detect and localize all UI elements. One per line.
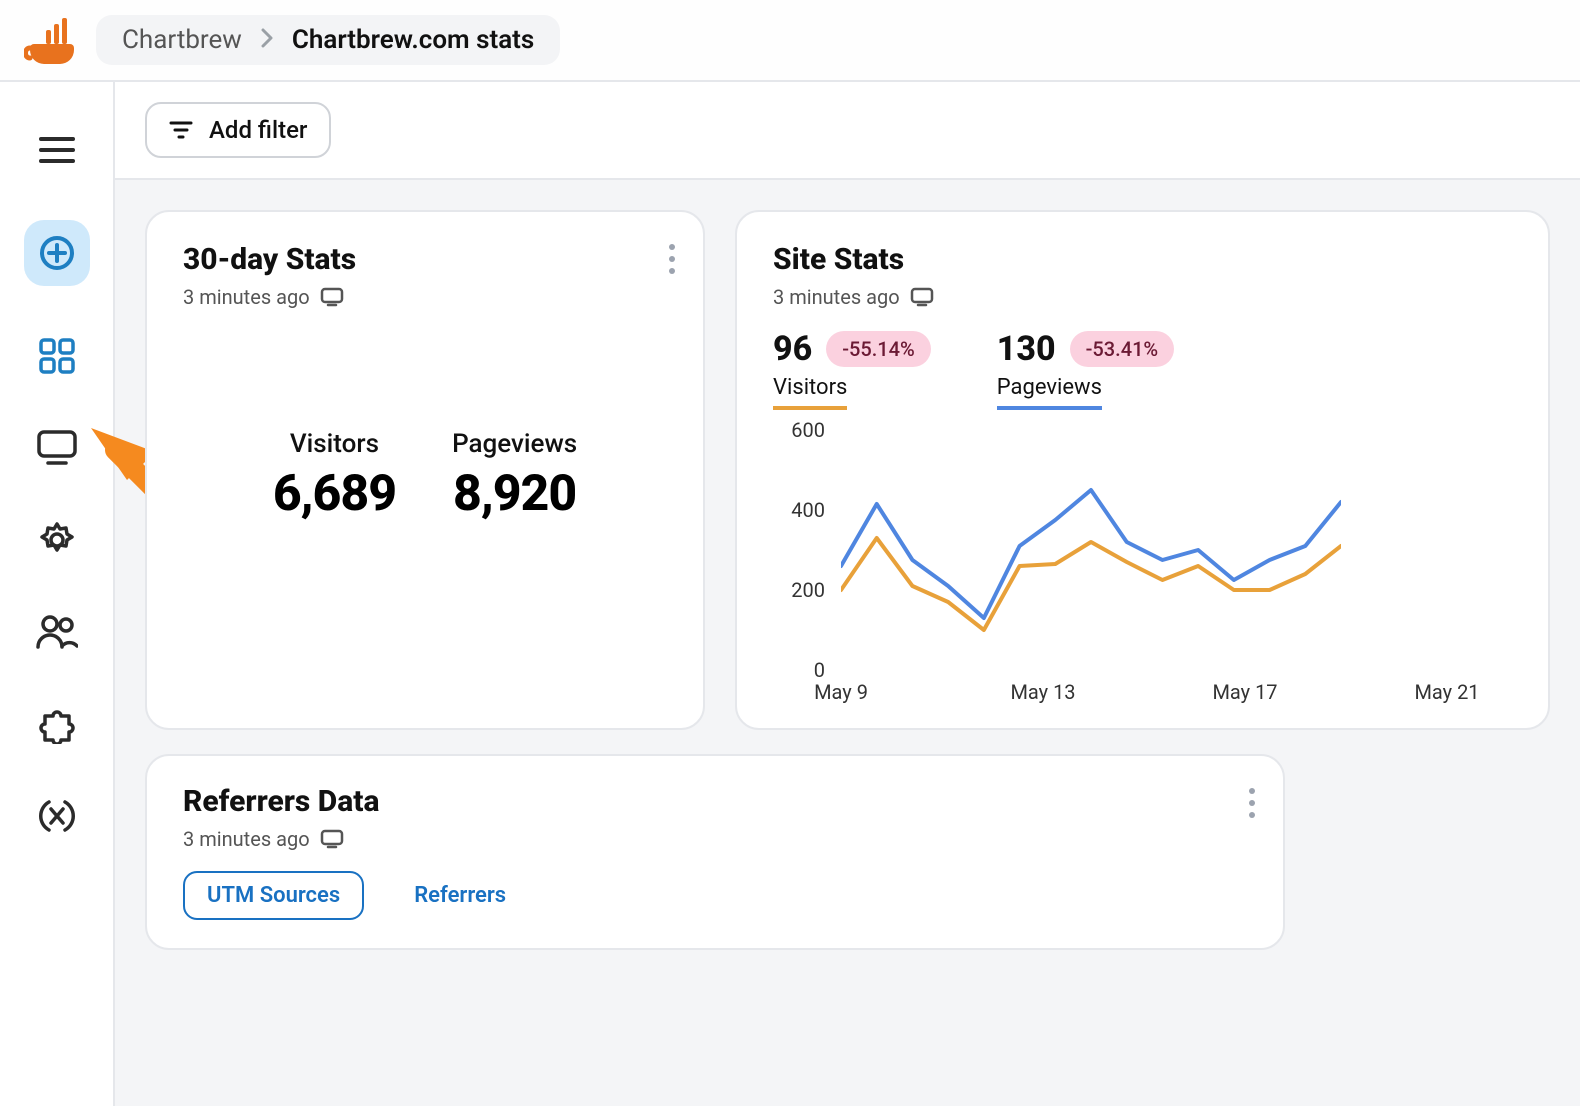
tab-utm-sources[interactable]: UTM Sources (183, 871, 364, 920)
hamburger-icon (37, 135, 77, 165)
chevron-right-icon (260, 25, 274, 55)
topbar: Chartbrew Chartbrew.com stats (0, 0, 1580, 82)
chart-series-visitors (841, 538, 1341, 630)
monitor-small-icon (320, 287, 344, 307)
metric-visitors[interactable]: 96 -55.14% Visitors (773, 329, 931, 410)
filter-bar: Add filter (115, 82, 1580, 178)
metric-delta-badge: -55.14% (826, 331, 931, 367)
y-tick: 600 (791, 418, 825, 442)
card-menu-button[interactable] (1249, 788, 1255, 818)
add-filter-label: Add filter (209, 116, 307, 144)
x-tick: May 17 (1212, 680, 1277, 704)
main-area: Add filter 30-day Stats 3 minutes ago (115, 82, 1580, 1106)
nav-monitor[interactable] (29, 420, 85, 476)
breadcrumb: Chartbrew Chartbrew.com stats (96, 15, 560, 65)
x-tick: May 9 (814, 680, 868, 704)
monitor-small-icon (910, 287, 934, 307)
left-nav-rail (0, 82, 115, 1106)
chartbrew-logo-icon (24, 14, 76, 66)
menu-button[interactable] (29, 122, 85, 178)
people-icon (36, 614, 78, 650)
filter-icon (169, 120, 193, 140)
stat-label: Pageviews (452, 429, 577, 459)
add-button[interactable] (24, 220, 90, 286)
card-30day-stats: 30-day Stats 3 minutes ago Visitors 6,68… (145, 210, 705, 730)
gear-icon (37, 520, 77, 560)
y-tick: 200 (791, 578, 825, 602)
breadcrumb-root[interactable]: Chartbrew (122, 25, 242, 55)
grid-icon (38, 337, 76, 375)
card-menu-button[interactable] (669, 244, 675, 274)
nav-variables[interactable] (29, 788, 85, 844)
y-tick: 0 (814, 658, 825, 682)
nav-team[interactable] (29, 604, 85, 660)
add-filter-button[interactable]: Add filter (145, 102, 331, 158)
card-referrers: Referrers Data 3 minutes ago UTM Sources… (145, 754, 1285, 950)
metric-label: Visitors (773, 375, 847, 410)
nav-settings[interactable] (29, 512, 85, 568)
monitor-small-icon (320, 829, 344, 849)
stat-label: Visitors (273, 429, 396, 459)
nav-dashboards[interactable] (29, 328, 85, 384)
card-title: Referrers Data (183, 784, 1247, 819)
stat-value: 8,920 (452, 465, 577, 523)
stat-pageviews: Pageviews 8,920 (452, 429, 577, 523)
plus-circle-icon (37, 233, 77, 273)
metric-pageviews[interactable]: 130 -53.41% Pageviews (997, 329, 1174, 410)
chart-series-pageviews (841, 490, 1341, 618)
card-updated-ago: 3 minutes ago (773, 285, 900, 309)
card-site-stats: Site Stats 3 minutes ago 96 -55.14% (735, 210, 1550, 730)
metric-delta-badge: -53.41% (1070, 331, 1175, 367)
x-tick: May 21 (1414, 680, 1479, 704)
monitor-icon (36, 429, 78, 467)
puzzle-icon (37, 704, 77, 744)
dashboard-canvas: 30-day Stats 3 minutes ago Visitors 6,68… (115, 178, 1580, 1106)
x-tick: May 13 (1010, 680, 1075, 704)
card-updated-ago: 3 minutes ago (183, 827, 310, 851)
nav-integrations[interactable] (29, 696, 85, 752)
stat-value: 6,689 (273, 465, 396, 523)
card-updated-ago: 3 minutes ago (183, 285, 310, 309)
metric-value: 96 (773, 329, 812, 369)
metric-value: 130 (997, 329, 1056, 369)
site-stats-chart: 0200400600 May 9May 13May 17May 21 (773, 430, 1512, 720)
tab-referrers[interactable]: Referrers (392, 873, 528, 918)
card-title: Site Stats (773, 242, 1512, 277)
variable-icon (37, 796, 77, 836)
app-logo[interactable] (24, 14, 76, 66)
metric-label: Pageviews (997, 375, 1102, 410)
card-title: 30-day Stats (183, 242, 667, 277)
y-tick: 400 (791, 498, 825, 522)
breadcrumb-leaf[interactable]: Chartbrew.com stats (292, 25, 534, 55)
stat-visitors: Visitors 6,689 (273, 429, 396, 523)
